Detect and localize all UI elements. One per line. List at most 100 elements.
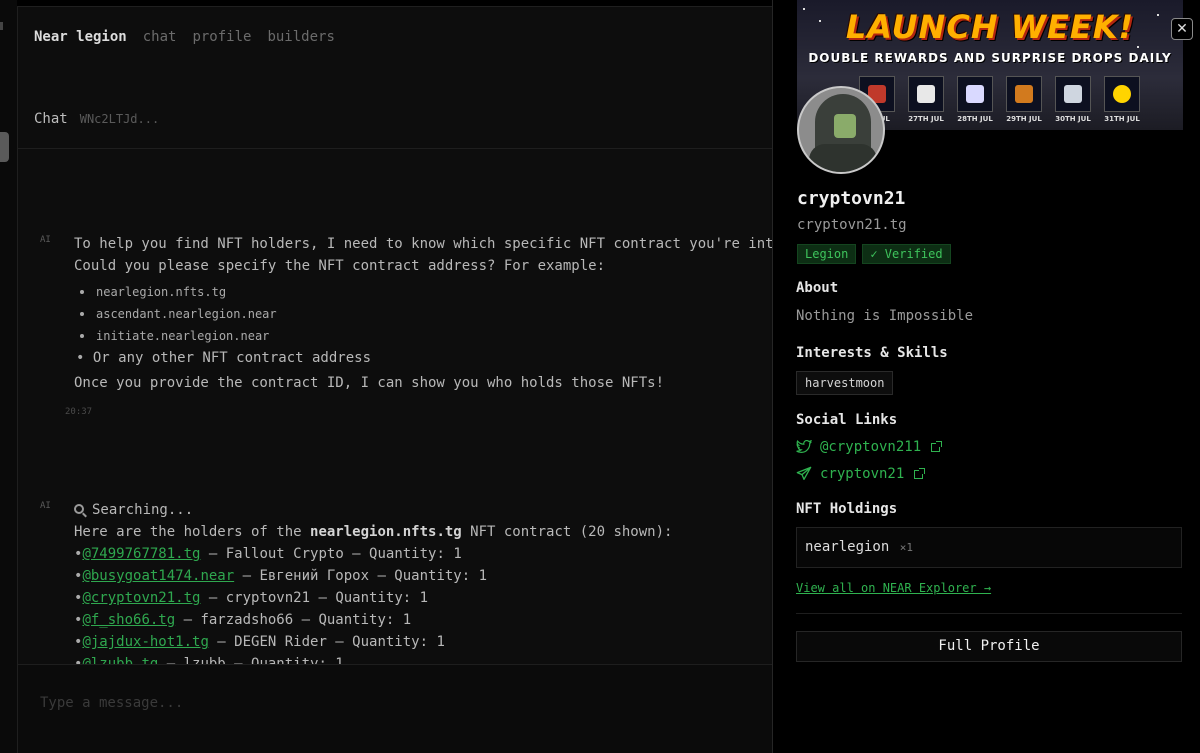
reward-icon xyxy=(1015,85,1033,103)
profile-name: cryptovn21 xyxy=(797,188,906,209)
nav-link-chat[interactable]: chat xyxy=(143,29,177,45)
twitter-handle: @cryptovn211 xyxy=(820,439,922,455)
chat-session-id: WNc2LTJd... xyxy=(79,112,160,126)
reward-tile xyxy=(957,76,993,112)
holder-details: – Евгений Горох – Quantity: 1 xyxy=(234,568,488,584)
message-text-line: Could you please specify the NFT contrac… xyxy=(74,258,606,274)
intro-text: Here are the holders of the xyxy=(74,524,311,540)
searching-status: Searching... xyxy=(74,499,772,521)
reward-tile xyxy=(1006,76,1042,112)
nft-quantity: ×1 xyxy=(899,541,913,554)
banner-date: 31TH JUL xyxy=(1104,115,1140,123)
telegram-icon xyxy=(796,466,812,480)
profile-panel: LAUNCH WEEK! DOUBLE REWARDS AND SURPRISE… xyxy=(772,0,1200,753)
skills-heading: Interests & Skills xyxy=(796,345,948,361)
banner-day: 31TH JUL xyxy=(1102,76,1142,123)
holder-link[interactable]: @busygoat1474.near xyxy=(82,568,234,584)
banner-date: 30TH JUL xyxy=(1055,115,1091,123)
banner-day: 29TH JUL xyxy=(1004,76,1044,123)
profile-handle: cryptovn21.tg xyxy=(797,217,907,233)
external-link-icon xyxy=(914,467,926,479)
list-item: @cryptovn21.tg – cryptovn21 – Quantity: … xyxy=(74,587,772,609)
banner-star xyxy=(1137,46,1139,48)
twitter-link[interactable]: @cryptovn211 xyxy=(796,439,943,455)
banner-day-row: TH JUL 27TH JUL 28TH JUL 29TH JUL 30TH J… xyxy=(857,76,1142,123)
reward-tile xyxy=(1104,76,1140,112)
banner-day: 27TH JUL xyxy=(906,76,946,123)
avatar xyxy=(797,86,885,174)
message-composer xyxy=(18,664,772,753)
reward-icon xyxy=(966,85,984,103)
reward-icon xyxy=(917,85,935,103)
about-heading: About xyxy=(796,280,839,296)
nav-link-profile[interactable]: profile xyxy=(192,29,251,45)
message-content: Searching... Here are the holders of the… xyxy=(74,499,772,675)
holder-link[interactable]: @f_sho66.tg xyxy=(82,612,175,628)
chat-header: Chat WNc2LTJd... xyxy=(34,111,159,127)
message-role-label: AI xyxy=(40,501,51,511)
top-nav: Near legion chat profile builders xyxy=(34,29,335,45)
holder-details: – Fallout Crypto – Quantity: 1 xyxy=(200,546,462,562)
brand-logo-text[interactable]: Near legion xyxy=(34,29,127,45)
list-item: @jajdux-hot1.tg – DEGEN Rider – Quantity… xyxy=(74,631,772,653)
telegram-link[interactable]: cryptovn21 xyxy=(796,466,926,482)
banner-subtitle: DOUBLE REWARDS AND SURPRISE DROPS DAILY xyxy=(808,51,1172,65)
reward-icon xyxy=(1113,85,1131,103)
verified-badge: ✓ Verified xyxy=(862,244,951,264)
reward-icon xyxy=(1064,85,1082,103)
full-profile-button[interactable]: Full Profile xyxy=(796,631,1182,662)
message-text-line: To help you find NFT holders, I need to … xyxy=(74,236,772,252)
list-item: @busygoat1474.near – Евгений Горох – Qua… xyxy=(74,565,772,587)
banner-title: LAUNCH WEEK! xyxy=(845,8,1135,46)
holder-link[interactable]: @jajdux-hot1.tg xyxy=(82,634,208,650)
social-heading: Social Links xyxy=(796,412,898,428)
chat-panel: Near legion chat profile builders Chat W… xyxy=(17,6,772,753)
legion-badge: Legion xyxy=(797,244,857,264)
sidebar-toggle-handle[interactable] xyxy=(0,132,9,162)
search-icon xyxy=(74,504,84,514)
app-root: Near legion chat profile builders Chat W… xyxy=(0,0,1200,753)
reward-tile xyxy=(908,76,944,112)
list-item: initiate.nearlegion.near xyxy=(74,325,772,347)
section-divider xyxy=(796,613,1182,614)
holder-details: – cryptovn21 – Quantity: 1 xyxy=(200,590,429,606)
about-text: Nothing is Impossible xyxy=(796,308,974,324)
banner-day: 28TH JUL xyxy=(955,76,995,123)
message-input[interactable] xyxy=(38,687,753,719)
banner-day: 30TH JUL xyxy=(1053,76,1093,123)
telegram-handle: cryptovn21 xyxy=(820,466,905,482)
banner-date: 28TH JUL xyxy=(957,115,993,123)
nft-holding-card[interactable]: nearlegion ×1 xyxy=(796,527,1182,568)
avatar-art xyxy=(809,144,877,172)
skill-tag: harvestmoon xyxy=(796,371,894,395)
reward-tile xyxy=(1055,76,1091,112)
near-explorer-link[interactable]: View all on NEAR Explorer → xyxy=(796,581,991,595)
message-text-line: Once you provide the contract ID, I can … xyxy=(74,375,665,391)
external-link-icon xyxy=(931,440,943,452)
nft-name: nearlegion xyxy=(805,539,890,555)
holder-details: – farzadsho66 – Quantity: 1 xyxy=(175,612,412,628)
close-button[interactable]: ✕ xyxy=(1171,18,1193,40)
example-contract-list: nearlegion.nfts.tg ascendant.nearlegion.… xyxy=(74,281,772,347)
message-text-line: Or any other NFT contract address xyxy=(76,347,772,369)
nav-link-builders[interactable]: builders xyxy=(267,29,334,45)
message-text-line: Here are the holders of the nearlegion.n… xyxy=(74,521,772,543)
list-item: nearlegion.nfts.tg xyxy=(74,281,772,303)
holder-link[interactable]: @7499767781.tg xyxy=(82,546,200,562)
left-edge-strip xyxy=(0,0,17,753)
searching-text: Searching... xyxy=(92,502,194,518)
holder-list: @7499767781.tg – Fallout Crypto – Quanti… xyxy=(74,543,772,675)
message-role-label: AI xyxy=(40,235,51,245)
twitter-icon xyxy=(796,440,812,454)
intro-text: NFT contract (20 shown): xyxy=(461,524,673,540)
avatar-art xyxy=(834,114,856,138)
nft-heading: NFT Holdings xyxy=(796,501,898,517)
message-timestamp: 20:37 xyxy=(65,407,93,417)
banner-date: 27TH JUL xyxy=(908,115,944,123)
header-divider xyxy=(18,148,772,149)
message-content: To help you find NFT holders, I need to … xyxy=(74,233,772,394)
list-item: @7499767781.tg – Fallout Crypto – Quanti… xyxy=(74,543,772,565)
chat-title: Chat xyxy=(34,111,68,127)
holder-details: – DEGEN Rider – Quantity: 1 xyxy=(208,634,445,650)
holder-link[interactable]: @cryptovn21.tg xyxy=(82,590,200,606)
